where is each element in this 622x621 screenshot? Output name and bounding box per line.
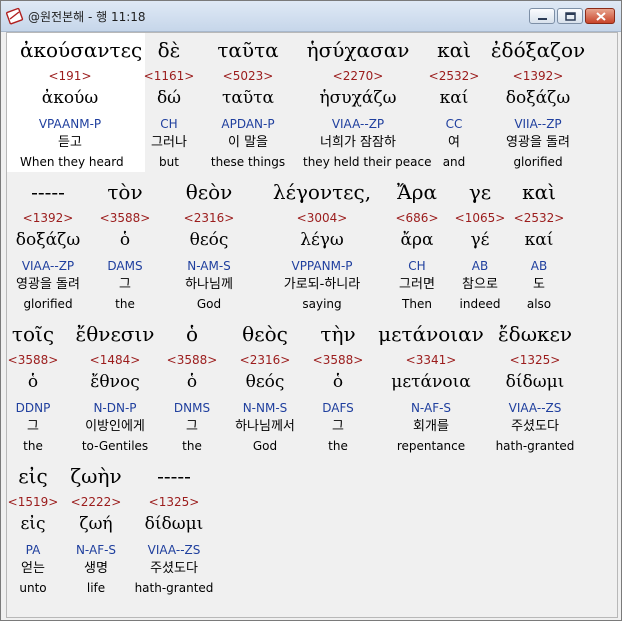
korean-gloss: 듣고 [58,135,82,150]
english-gloss: God [196,297,222,311]
korean-gloss: 주셨도다 [150,561,198,576]
morphology[interactable]: VPAANM-P [20,117,120,131]
strongs-number[interactable]: <3341> [375,353,487,367]
english-gloss: saying [302,297,342,311]
morphology[interactable]: APDAN-P [198,117,298,131]
korean-gloss: 이 말을 [227,135,268,150]
strongs-number[interactable]: <3588> [288,353,388,367]
greek-word: ἐδόξαζον [490,38,586,62]
greek-word: καὶ [522,180,556,204]
lemma: δίδωμι [144,514,204,534]
morphology[interactable]: VIAA--ZS [485,401,585,415]
korean-gloss: 가로되-하니라 [283,277,361,292]
greek-word: ἡσύχασαν [306,38,410,62]
greek-word: ἔδωκεν [497,322,573,346]
morphology[interactable]: VIIA--ZP [488,117,588,131]
lemma: λέγω [300,230,344,250]
korean-gloss: 하나님께 [185,277,233,292]
morphology[interactable]: N-AF-S [375,401,487,415]
korean-gloss: 회개를 [413,419,449,434]
english-gloss: also [526,297,552,311]
english-gloss: hath-granted [495,439,575,453]
lemma: μετάνοια [391,372,471,392]
english-gloss: these things [210,155,286,169]
greek-word: ἀκούσαντες [20,38,143,62]
strongs-number[interactable]: <3004> [266,211,378,225]
korean-gloss: 도 [533,277,545,292]
lemma: θεός [189,230,229,250]
morphology[interactable]: VIAA--ZP [303,117,413,131]
lemma: ὁ [332,372,344,392]
lemma: καί [524,230,554,250]
korean-gloss: 그 [332,419,344,434]
greek-word: ----- [157,464,191,488]
greek-word: μετάνοιαν [378,322,484,346]
lemma: ταῦτα [221,88,275,108]
english-gloss: the [328,439,348,453]
korean-gloss: 너희가 잠잠하 [320,135,396,150]
lemma: ἀκούω [41,88,99,108]
korean-gloss: 영광을 돌려 [506,135,570,150]
strongs-number[interactable]: <2532> [489,211,589,225]
morphology[interactable]: N-AM-S [159,259,259,273]
interlinear-view[interactable]: ἀκούσαντες <191> ἀκούω VPAANM-P 듣고 When … [6,32,618,618]
close-button[interactable] [585,8,615,24]
morphology[interactable]: DAFS [288,401,388,415]
maximize-button[interactable] [557,8,583,24]
strongs-number[interactable]: <5023> [198,69,298,83]
app-window: @원전본해 - 행 11:18 ἀκούσαντες <191> ἀκούω V… [0,0,622,621]
strongs-number[interactable]: <1392> [488,69,588,83]
close-icon [596,12,606,21]
bible-book-icon [5,7,24,25]
english-gloss: hath-granted [134,581,214,595]
english-gloss: repentance [396,439,466,453]
minimize-button[interactable] [529,8,555,24]
greek-word: θεὸν [185,180,233,204]
english-gloss: When they heard [20,155,124,169]
strongs-number[interactable]: <2316> [159,211,259,225]
strongs-number[interactable]: <2270> [303,69,413,83]
greek-word: λέγοντες, [272,180,372,204]
morphology[interactable]: VPPANM-P [266,259,378,273]
greek-word: τὴν [320,322,356,346]
maximize-icon [565,12,576,21]
window-title: @원전본해 - 행 11:18 [28,10,146,24]
lemma: ἡσυχάζω [319,88,397,108]
english-gloss: glorified [513,155,563,169]
morphology[interactable]: AB [489,259,589,273]
title-bar[interactable]: @원전본해 - 행 11:18 [1,1,621,32]
morphology[interactable]: VIAA--ZS [124,543,224,557]
english-gloss: they held their peace [303,155,432,169]
strongs-number[interactable]: <191> [20,69,120,83]
lemma: δοξάζω [505,88,571,108]
korean-gloss: 주셨도다 [511,419,559,434]
minimize-icon [538,18,547,20]
strongs-number[interactable]: <1325> [124,495,224,509]
lemma: δίδωμι [505,372,565,392]
greek-word: ταῦτα [217,38,279,62]
strongs-number[interactable]: <1325> [485,353,585,367]
